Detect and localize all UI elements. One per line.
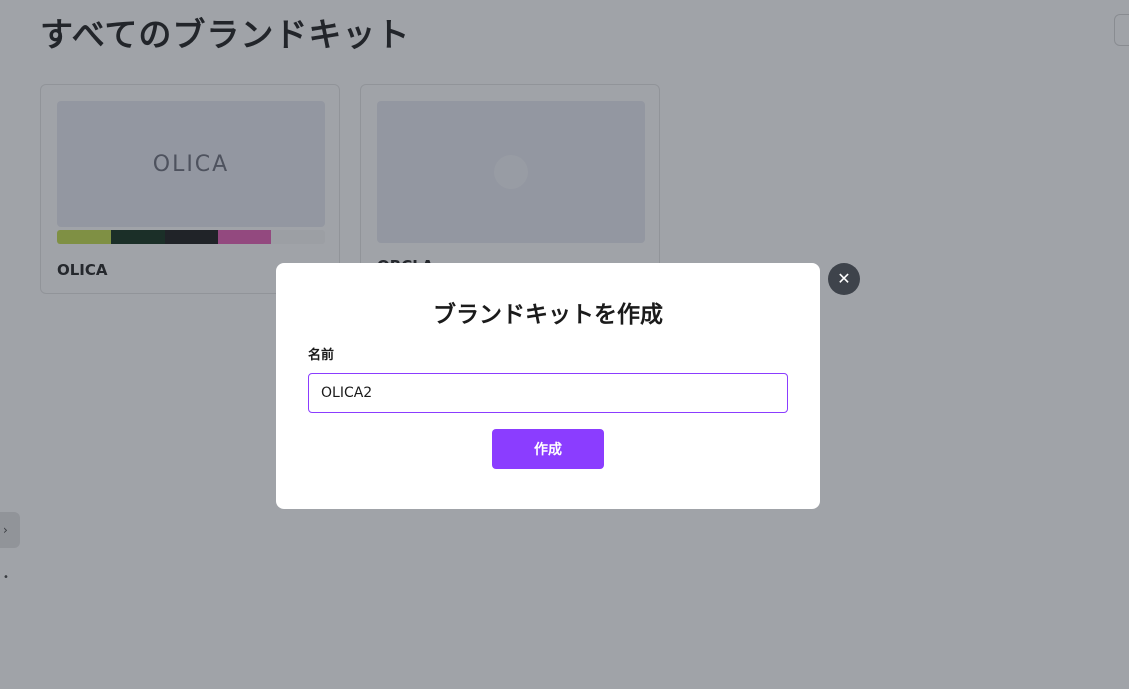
close-icon[interactable]: ✕ xyxy=(828,263,860,295)
name-label: 名前 xyxy=(308,348,335,363)
dialog-title: ブランドキットを作成 xyxy=(433,302,663,328)
create-button[interactable]: 作成 xyxy=(492,429,604,469)
create-brand-kit-dialog: ブランドキットを作成 名前 作成 xyxy=(276,263,820,509)
name-input[interactable] xyxy=(308,373,788,413)
